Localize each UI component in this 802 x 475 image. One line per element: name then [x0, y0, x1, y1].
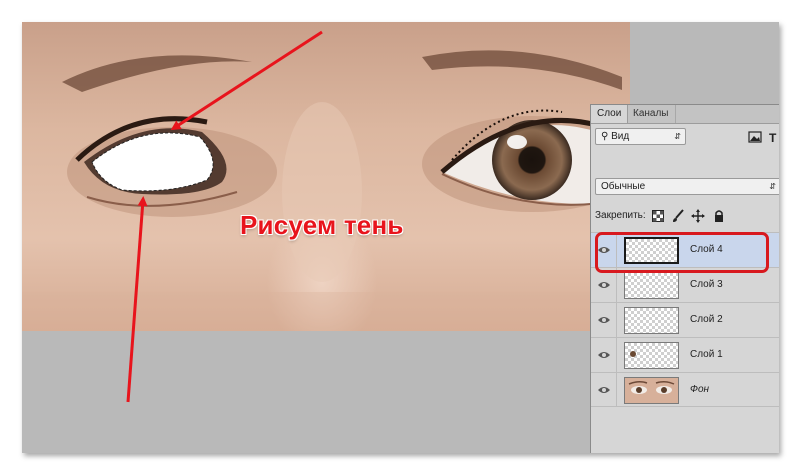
selected-layer-highlight	[595, 232, 769, 273]
layer-thumbnail	[624, 307, 679, 334]
layer-row[interactable]: Слой 2	[591, 302, 779, 337]
tab-channels[interactable]: Каналы	[627, 105, 676, 123]
type-filter-icon[interactable]: T	[768, 130, 779, 144]
filter-kind-label: Вид	[611, 131, 630, 142]
lock-transparency-icon[interactable]	[651, 209, 665, 223]
svg-text:T: T	[769, 131, 777, 144]
background-thumbnail	[625, 378, 678, 403]
layers-panel: Слои Каналы ⚲ Вид ⇵ T Обычные ⇵ Закрепит…	[590, 104, 779, 453]
layer-row[interactable]: Слой 1	[591, 337, 779, 372]
filter-kind-dropdown[interactable]: ⚲ Вид ⇵	[595, 128, 686, 145]
chevron-updown-icon: ⇵	[769, 182, 776, 191]
eye-icon[interactable]	[598, 349, 610, 361]
lock-brush-icon[interactable]	[671, 209, 685, 223]
layer-thumbnail	[624, 342, 679, 369]
layer-name: Слой 3	[690, 279, 723, 290]
layer-name: Фон	[690, 384, 710, 395]
search-icon: ⚲	[601, 131, 609, 142]
eye-icon[interactable]	[598, 314, 610, 326]
layer-name: Слой 2	[690, 314, 723, 325]
layer-thumbnail-iris	[630, 351, 636, 357]
layer-row[interactable]: Фон	[591, 372, 779, 407]
layer-thumbnail	[624, 272, 679, 299]
lock-move-icon[interactable]	[691, 209, 705, 223]
layer-name: Слой 1	[690, 349, 723, 360]
panel-tabs: Слои Каналы	[591, 105, 779, 124]
eyes-photo[interactable]	[22, 22, 630, 331]
eye-icon[interactable]	[598, 279, 610, 291]
instruction-caption: Рисуем тень	[240, 210, 404, 240]
blend-mode-label: Обычные	[601, 181, 646, 192]
image-filter-icon[interactable]	[748, 130, 762, 144]
eye-icon[interactable]	[598, 384, 610, 396]
lock-all-icon[interactable]	[712, 209, 726, 223]
tab-layers[interactable]: Слои	[591, 105, 629, 123]
document-canvas-area[interactable]: Рисуем тень Слои Каналы ⚲ Вид ⇵ T Обычны	[22, 22, 779, 453]
layer-thumbnail	[624, 377, 679, 404]
lock-row: Закрепить:	[595, 208, 646, 224]
lock-label: Закрепить:	[595, 210, 646, 221]
blend-mode-dropdown[interactable]: Обычные ⇵	[595, 178, 779, 195]
chevron-updown-icon: ⇵	[674, 132, 681, 141]
